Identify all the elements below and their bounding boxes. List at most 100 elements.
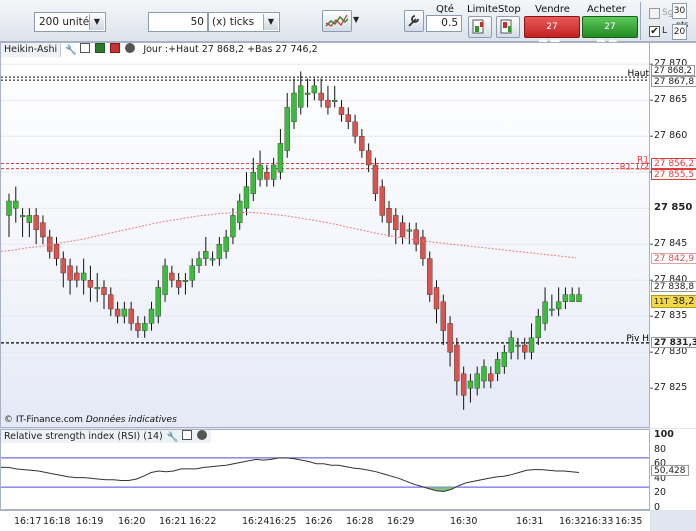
candle-body [528, 337, 535, 353]
chevron-down-icon[interactable]: ▼ [263, 14, 278, 30]
candlestick-chart[interactable]: HautR1R1 1/2Piv H [1, 43, 650, 428]
sg-checkbox[interactable] [649, 8, 660, 19]
candle-body [142, 323, 148, 331]
rsi-tick-label: 80 [654, 443, 667, 455]
moving-average-line [1, 212, 577, 259]
close-red-icon[interactable] [110, 43, 121, 53]
close-icon[interactable] [125, 43, 136, 53]
time-tick-label: 16:20 [118, 516, 146, 527]
candle-body [40, 222, 46, 238]
time-tick-label: 16:32 [559, 516, 587, 527]
ticks-input[interactable]: 50 [148, 12, 208, 32]
sg-points-input[interactable]: 30 [672, 3, 687, 19]
l-label: L [662, 26, 668, 36]
sell-label: Vendre [535, 4, 570, 15]
candle-body [345, 114, 351, 122]
chart-settings-dropdown-icon[interactable]: ▼ [353, 15, 359, 24]
candle-body [6, 200, 12, 216]
qty-label: Qté [436, 4, 454, 15]
candle-body [284, 107, 290, 151]
candle-body [101, 287, 107, 295]
time-tick-label: 16:19 [76, 516, 104, 527]
price-tick-label-bold: 27 850 [654, 202, 693, 214]
rsi-tick-label: 20 [654, 487, 667, 499]
candle-body [406, 229, 413, 232]
sg-points-value: 30 [673, 6, 686, 16]
candle-body [230, 215, 236, 238]
wrench-icon [408, 15, 419, 27]
candle-body [196, 258, 202, 267]
candle-body [148, 308, 155, 324]
sell-button[interactable]: 27 837,4 [524, 16, 580, 57]
candle-body [562, 294, 569, 303]
candle-body [121, 308, 128, 317]
l-points-value: 20 [673, 27, 686, 37]
stop-order-icon [500, 19, 512, 34]
candle-body [413, 229, 419, 245]
window-icon[interactable] [80, 43, 91, 53]
current-price-prefix: 11T [654, 297, 670, 307]
rsi-panel[interactable]: Relative strength index (RSI) (14) 🔧 [0, 429, 650, 510]
order-tool-button[interactable] [404, 10, 424, 32]
candle-body [135, 323, 141, 331]
candle-body [488, 373, 494, 382]
add-icon[interactable] [95, 43, 106, 53]
wrench-icon[interactable]: 🔧 [65, 44, 77, 56]
r1-half-tag: 27 855,5 [651, 168, 696, 180]
candle-body [33, 215, 39, 230]
candle-body [420, 236, 426, 259]
chevron-down-icon[interactable]: ▼ [89, 14, 104, 30]
ticks-input-value: 50 [190, 16, 204, 28]
rsi-axis[interactable]: 100 80 60 40 20 0 50,428 [650, 429, 696, 513]
wrench-icon[interactable]: 🔧 [167, 431, 179, 443]
candle-body [155, 287, 161, 317]
day-high-low-info: Jour :+Haut 27 868,2 +Bas 27 746,2 [143, 44, 318, 55]
buy-button[interactable]: 27 839,0 [582, 16, 638, 57]
price-axis[interactable]: 27 87027 86527 86027 85527 84527 84027 8… [650, 42, 696, 428]
candle-body [522, 344, 528, 353]
ticks-unit-select[interactable]: (x) ticks ▼ [208, 12, 280, 32]
close-icon[interactable] [196, 430, 207, 440]
candle-body [433, 287, 440, 310]
candle-body [237, 200, 243, 223]
l-points-input[interactable]: 20 [672, 24, 687, 40]
candle-body [162, 265, 168, 295]
quantity-select-value: 200 unités [39, 16, 95, 28]
candle-body [74, 272, 80, 281]
candle-body [399, 222, 406, 238]
candle-body [169, 272, 175, 281]
stop-label: Stop [498, 4, 521, 15]
quantity-select[interactable]: 200 unités ▼ [34, 12, 106, 32]
candle-body [508, 337, 514, 353]
candle-body [80, 272, 87, 281]
limit-order-icon [472, 19, 484, 34]
time-axis[interactable]: 16:17 16:18 16:19 16:20 16:21 16:22 16:24 16:25… [0, 510, 650, 531]
price-chart-panel[interactable]: Haut R1 R1 1/2 Piv H Heikin-Ashi 🔧 Jour :+H… [0, 42, 650, 428]
copyright-notice: © IT-Finance.com Données indicatives [4, 415, 177, 425]
last-high-tag: 27 838,8 [651, 280, 696, 292]
limit-label: Limite [467, 4, 498, 15]
chart-type-label[interactable]: Heikin-Ashi [1, 43, 62, 57]
time-tick-label: 16:35 [615, 516, 643, 527]
candle-body [535, 316, 541, 339]
rsi-current-tag: 50,428 [651, 465, 689, 477]
qty-input[interactable]: 0.5 [426, 15, 462, 32]
window-icon[interactable] [181, 430, 192, 440]
time-tick-label: 16:28 [346, 516, 374, 527]
candle-body [209, 258, 216, 261]
stop-order-button[interactable] [496, 16, 520, 38]
candle-body [216, 243, 223, 259]
candle-body [223, 236, 229, 252]
candle-body [501, 352, 508, 367]
chart-header: Heikin-Ashi 🔧 Jour :+Haut 27 868,2 +Bas … [1, 43, 318, 57]
l-checkbox[interactable]: ✔ [649, 26, 660, 37]
time-tick-label: 16:26 [305, 516, 333, 527]
limit-order-button[interactable] [468, 16, 492, 38]
candle-body [19, 215, 26, 218]
time-tick-label: 16:31 [516, 516, 544, 527]
chart-settings-button[interactable] [322, 10, 352, 32]
candle-body [467, 380, 474, 389]
candle-body [318, 92, 324, 101]
haut-top-tag: 27 868,2 [651, 64, 695, 76]
time-tick-label: 16:24 [242, 516, 270, 527]
